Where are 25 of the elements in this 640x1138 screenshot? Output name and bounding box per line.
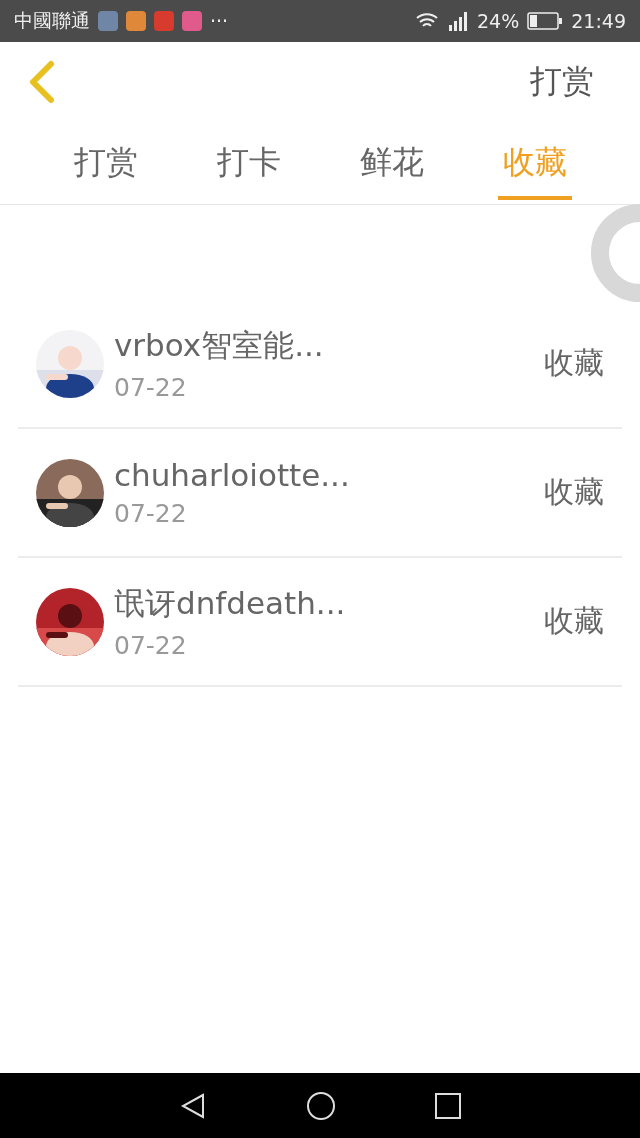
app-icon: [182, 11, 202, 31]
action-label: 收藏: [544, 602, 604, 640]
user-name: 氓讶dnfdeath...: [114, 584, 347, 623]
user-name: chuharloiotte...: [114, 457, 351, 493]
battery-percent: 24%: [477, 10, 520, 32]
action-label: 收藏: [544, 344, 604, 382]
date: 07-22: [114, 373, 188, 402]
battery-icon: [527, 12, 564, 30]
tab[interactable]: 鲜花: [320, 122, 463, 204]
home-icon[interactable]: [306, 1090, 336, 1121]
recents-icon[interactable]: [434, 1092, 461, 1119]
date: 07-22: [114, 631, 188, 660]
signal-icon: [447, 11, 469, 31]
tab[interactable]: 打卡: [177, 122, 320, 204]
more-notifications: ···: [210, 10, 229, 32]
tab[interactable]: 打赏: [34, 122, 177, 204]
date: 07-22: [114, 499, 188, 528]
action-label: 收藏: [544, 473, 604, 511]
back-icon: [27, 60, 57, 104]
user-name: vrbox智室能...: [114, 326, 325, 365]
carrier-name: 中國聯通: [14, 8, 90, 33]
clock: 21:49: [571, 10, 626, 32]
app-icon: [154, 11, 174, 31]
app-icon: [126, 11, 146, 31]
page-title: 打赏: [530, 61, 594, 102]
